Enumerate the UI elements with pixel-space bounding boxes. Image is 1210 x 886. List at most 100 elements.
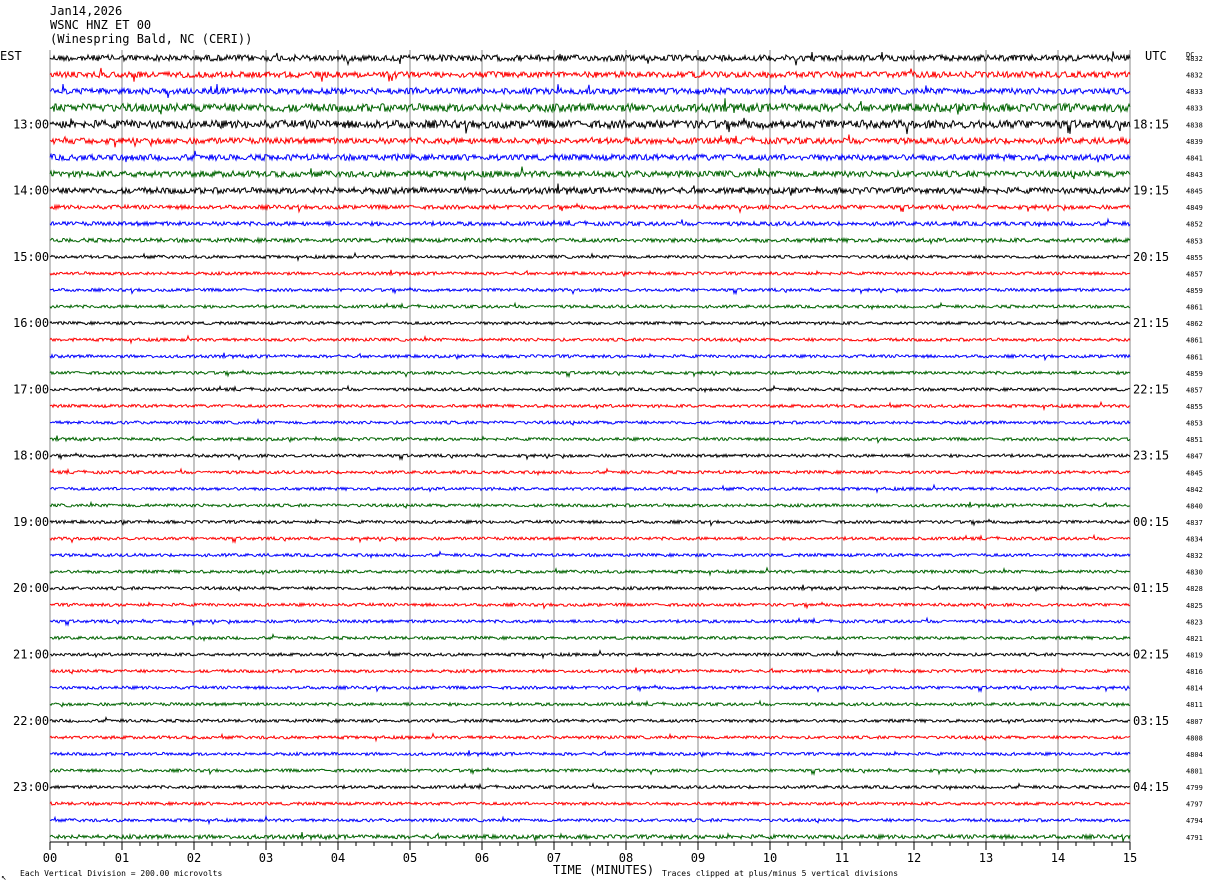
- dc-value-label: 4794: [1186, 817, 1203, 825]
- est-hour-label: 23:00: [13, 780, 49, 794]
- trace-row: [49, 98, 1131, 115]
- trace-row: [49, 51, 1131, 67]
- dc-value-label: 4855: [1186, 403, 1203, 411]
- trace-row: [49, 67, 1131, 82]
- x-tick-label: 12: [907, 851, 921, 865]
- trace-row: [49, 236, 1131, 246]
- dc-value-label: 4838: [1186, 121, 1203, 129]
- dc-value-label: 4842: [1186, 486, 1203, 494]
- dc-value-label: 4853: [1186, 237, 1203, 245]
- trace-row: [49, 667, 1130, 675]
- x-tick-label: 03: [259, 851, 273, 865]
- dc-value-label: 4862: [1186, 320, 1203, 328]
- dc-value-label: 4833: [1186, 105, 1203, 113]
- x-tick-label: 10: [763, 851, 777, 865]
- trace-row: [49, 616, 1131, 627]
- dc-value-label: 4832: [1186, 72, 1203, 80]
- trace-row: [49, 633, 1131, 642]
- utc-axis-label: UTC: [1145, 49, 1167, 63]
- dc-value-label: 4853: [1186, 420, 1203, 428]
- trace-row: [49, 782, 1131, 791]
- x-tick-label: 01: [115, 851, 129, 865]
- trace-row: [49, 117, 1131, 135]
- dc-value-label: 4839: [1186, 138, 1203, 146]
- dc-value-label: 4845: [1186, 469, 1203, 477]
- dc-value-label: 4845: [1186, 188, 1203, 196]
- trace-row: [49, 217, 1131, 228]
- dc-value-label: 4816: [1186, 668, 1203, 676]
- dc-value-label: 4851: [1186, 436, 1203, 444]
- dc-value-label: 4855: [1186, 254, 1203, 262]
- dc-value-label: 4811: [1186, 701, 1203, 709]
- utc-hour-label: 20:15: [1133, 250, 1169, 264]
- dc-value-label: 4804: [1186, 751, 1203, 759]
- trace-row: [49, 814, 1131, 826]
- dc-value-label: 4808: [1186, 734, 1203, 742]
- trace-row: [49, 732, 1131, 743]
- trace-row: [49, 566, 1131, 577]
- dc-value-label: 4799: [1186, 784, 1203, 792]
- time-axis: 00 01 02 03 04 05 06 07 08 09 10 11 12 13 14 15: [43, 841, 1137, 865]
- dc-value-label: 4825: [1186, 602, 1203, 610]
- trace-row: [49, 684, 1131, 694]
- est-hour-label: 19:00: [13, 515, 49, 529]
- x-tick-label: 09: [691, 851, 705, 865]
- clip-note: Traces clipped at plus/minus 5 vertical …: [662, 869, 898, 878]
- dc-value-label: 4791: [1186, 834, 1203, 842]
- dc-value-label: 4857: [1186, 386, 1203, 394]
- est-hour-label: 18:00: [13, 449, 49, 463]
- trace-row: [49, 435, 1131, 445]
- dc-value-label: 4830: [1186, 569, 1203, 577]
- trace-row: [49, 500, 1131, 510]
- dc-value-label: 4814: [1186, 685, 1203, 693]
- dc-value-label: 4840: [1186, 502, 1203, 510]
- dc-value-label: 4807: [1186, 718, 1203, 726]
- trace-row: [49, 183, 1131, 196]
- dc-value-label: 4847: [1186, 453, 1203, 461]
- trace-row: [49, 699, 1131, 709]
- utc-hour-label: 19:15: [1133, 184, 1169, 198]
- trace-row: [49, 467, 1131, 477]
- trace-row: [49, 750, 1131, 758]
- est-hour-label: 22:00: [13, 714, 49, 728]
- utc-hour-label: 04:15: [1133, 780, 1169, 794]
- x-tick-label: 04: [331, 851, 345, 865]
- dc-value-label: 4834: [1186, 536, 1203, 544]
- est-hour-label: 21:00: [13, 648, 49, 662]
- est-hour-label: 15:00: [13, 250, 49, 264]
- est-hour-label: 13:00: [13, 117, 49, 131]
- trace-row: [49, 352, 1131, 362]
- dc-value-label: 4861: [1186, 353, 1203, 361]
- dc-value-label: 4859: [1186, 287, 1203, 295]
- minute-grid: [49, 50, 1131, 842]
- dc-value-label: 4821: [1186, 635, 1203, 643]
- dc-value-label: 4859: [1186, 370, 1203, 378]
- x-tick-label: 11: [835, 851, 849, 865]
- x-tick-label: 02: [187, 851, 201, 865]
- x-tick-label: 15: [1123, 851, 1137, 865]
- dc-value-label: 4849: [1186, 204, 1203, 212]
- trace-row: [49, 533, 1131, 544]
- dc-value-label: 4861: [1186, 304, 1203, 312]
- trace-row: [49, 334, 1131, 345]
- helicorder-plot: 00 01 02 03 04 05 06 07 08 09 10 11 12 13 14 15 4832483…: [0, 49, 1203, 883]
- seismic-traces: [49, 51, 1131, 842]
- trace-row: [49, 83, 1131, 99]
- utc-hour-label: 18:15: [1133, 117, 1169, 131]
- corner-arrow-icon: ↖: [1, 873, 6, 883]
- trace-row: [49, 369, 1131, 379]
- dc-value-label: 4857: [1186, 270, 1203, 278]
- vertical-division-note: Each Vertical Division = 200.00 microvol…: [20, 869, 222, 878]
- utc-hour-label: 00:15: [1133, 515, 1169, 529]
- trace-row: [49, 831, 1131, 842]
- trace-row: [49, 301, 1131, 311]
- x-tick-label: 00: [43, 851, 57, 865]
- trace-row: [49, 417, 1131, 427]
- trace-row: [49, 649, 1131, 660]
- dc-value-label: 4823: [1186, 618, 1203, 626]
- trace-row: [49, 483, 1131, 494]
- dc-value-label: 4843: [1186, 171, 1203, 179]
- x-tick-label: 06: [475, 851, 489, 865]
- trace-row: [49, 318, 1131, 327]
- dc-value-label: 4797: [1186, 801, 1203, 809]
